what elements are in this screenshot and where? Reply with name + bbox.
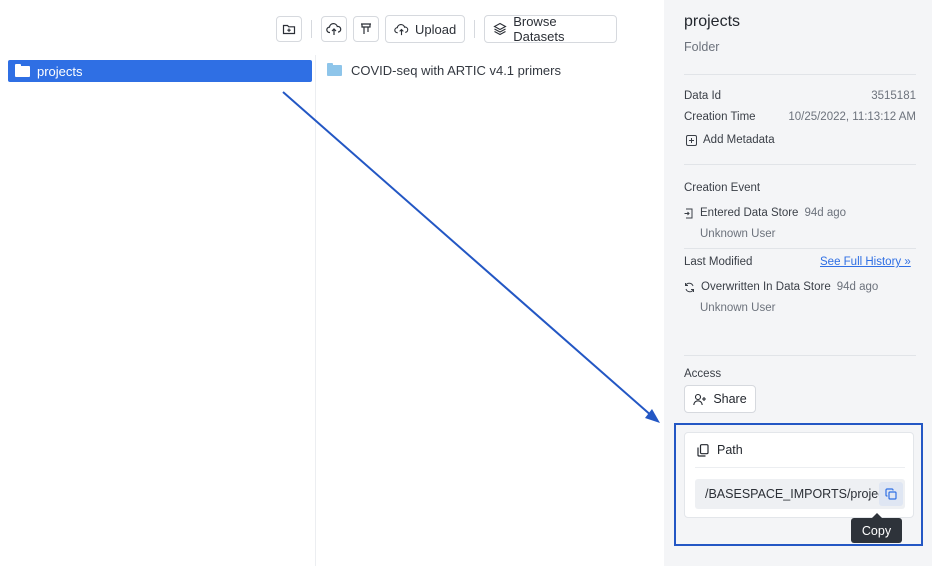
enter-icon <box>684 208 694 219</box>
filter-button[interactable] <box>353 16 379 42</box>
folder-plus-icon <box>282 22 296 36</box>
add-metadata-label: Add Metadata <box>703 134 775 146</box>
folder-icon <box>327 63 342 76</box>
modified-event: Overwritten In Data Store 94d ago <box>684 281 878 293</box>
creation-event: Entered Data Store 94d ago <box>684 207 846 219</box>
full-history-link[interactable]: See Full History » <box>820 256 911 268</box>
tree-item-label: projects <box>37 63 83 79</box>
divider <box>684 74 916 75</box>
modified-event-text: Overwritten In Data Store <box>701 281 831 293</box>
folder-contents: COVID-seq with ARTIC v4.1 primers <box>317 55 662 566</box>
creation-time-row: Creation Time 10/25/2022, 11:13:12 AM <box>684 111 916 123</box>
creation-time-label: Creation Time <box>684 111 756 123</box>
divider <box>684 355 916 356</box>
data-id-label: Data Id <box>684 90 722 102</box>
browse-datasets-button[interactable]: Browse Datasets <box>484 14 618 44</box>
last-modified-heading: Last Modified <box>684 256 753 268</box>
data-id-row: Data Id 3515181 <box>684 90 916 102</box>
toolbar-divider <box>474 20 476 38</box>
filter-icon <box>359 22 373 36</box>
creation-time-value: 10/25/2022, 11:13:12 AM <box>788 111 916 123</box>
creation-event-age: 94d ago <box>804 207 847 219</box>
panel-subtitle: Folder <box>684 40 720 54</box>
creation-event-text: Entered Data Store <box>700 207 799 219</box>
access-heading: Access <box>684 368 722 380</box>
layers-icon <box>493 22 507 36</box>
tree-item-projects[interactable]: projects <box>8 60 312 82</box>
folder-tree: projects <box>0 55 316 566</box>
creation-event-heading: Creation Event <box>684 182 761 194</box>
share-button[interactable]: Share <box>684 385 756 413</box>
folder-icon <box>15 63 30 77</box>
share-label: Share <box>713 392 747 406</box>
upload-button[interactable]: Upload <box>385 15 466 43</box>
creation-event-user: Unknown User <box>700 228 776 240</box>
cloud-upload-icon <box>394 23 409 36</box>
divider <box>684 164 916 165</box>
panel-title: projects <box>684 13 741 30</box>
toolbar: Upload Browse Datasets <box>276 14 618 44</box>
refresh-icon <box>684 282 695 293</box>
copy-tooltip: Copy <box>851 513 902 543</box>
data-id-value: 3515181 <box>871 90 916 102</box>
add-metadata-button[interactable]: Add Metadata <box>686 134 775 146</box>
modified-event-user: Unknown User <box>700 302 776 314</box>
toolbar-divider <box>311 20 312 38</box>
divider <box>684 248 916 249</box>
upload-label: Upload <box>415 21 457 37</box>
cloud-button[interactable] <box>321 16 347 42</box>
list-item[interactable]: COVID-seq with ARTIC v4.1 primers <box>327 63 561 78</box>
modified-event-age: 94d ago <box>836 281 879 293</box>
cloud-upload-icon <box>326 22 342 36</box>
browse-datasets-label: Browse Datasets <box>513 14 565 44</box>
list-item-label: COVID-seq with ARTIC v4.1 primers <box>351 63 561 78</box>
new-folder-button[interactable] <box>276 16 302 42</box>
add-user-icon <box>693 393 707 406</box>
plus-square-icon <box>686 134 697 146</box>
